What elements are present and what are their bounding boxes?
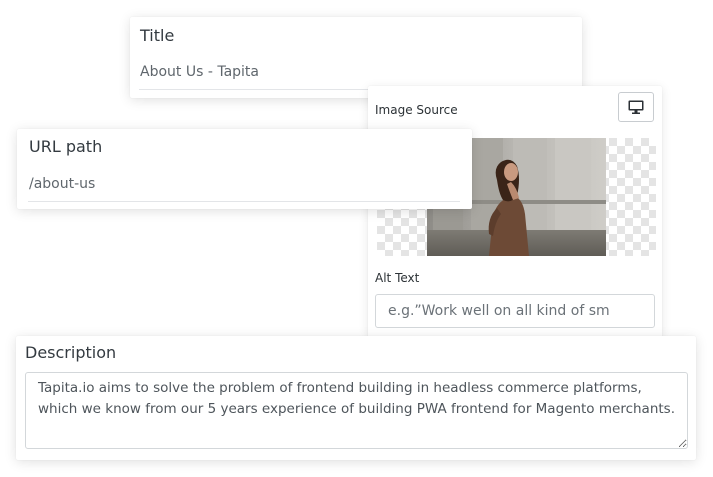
url-path-label: URL path	[29, 137, 103, 156]
description-field-card: Description Tapita.io aims to solve the …	[16, 336, 696, 460]
alt-text-input[interactable]	[375, 294, 655, 328]
alt-text-label: Alt Text	[375, 271, 420, 285]
desktop-monitor-icon	[628, 100, 644, 114]
image-source-panel: Image Source Alt Text e.g.”Work well on …	[368, 86, 662, 338]
url-path-input-underline	[28, 201, 460, 202]
image-source-label: Image Source	[375, 103, 458, 117]
description-textarea[interactable]: Tapita.io aims to solve the problem of f…	[25, 372, 688, 449]
device-toggle-button[interactable]	[618, 92, 654, 122]
url-path-input[interactable]: /about-us	[29, 176, 95, 192]
url-path-field-card: URL path /about-us	[17, 129, 472, 209]
title-input[interactable]: About Us - Tapita	[140, 64, 259, 80]
title-label: Title	[140, 26, 175, 45]
description-label: Description	[25, 343, 117, 362]
